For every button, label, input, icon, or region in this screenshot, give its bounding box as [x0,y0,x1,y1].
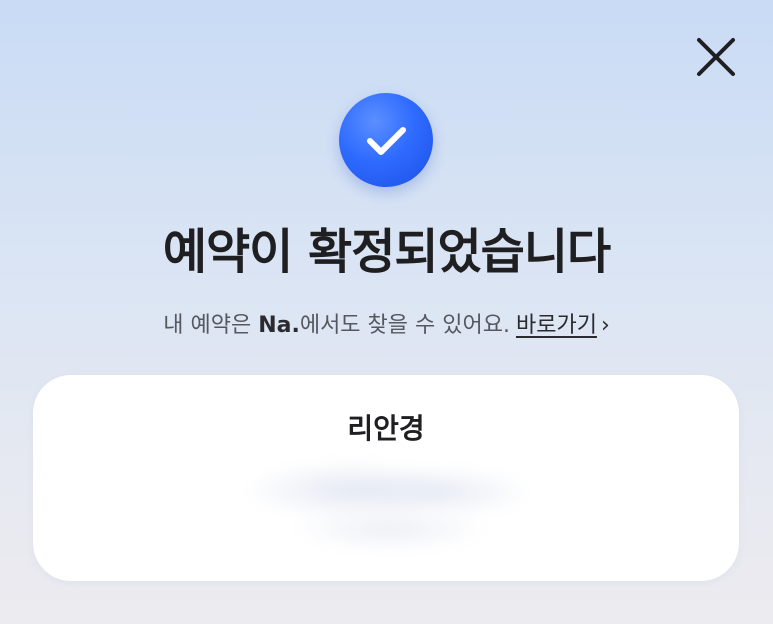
go-to-shortcut-link[interactable]: 바로가기 [516,313,597,338]
subtitle-prefix: 내 예약은 [163,313,259,338]
close-button[interactable] [693,34,739,80]
reservation-name: 리안경 [347,412,425,445]
subtitle-suffix: 에서도 찾을 수 있어요. [299,313,510,338]
chevron-right-icon[interactable]: › [601,310,610,342]
check-icon [367,127,406,155]
subtitle-line: 내 예약은 Na.에서도 찾을 수 있어요. 바로가기 › [0,310,773,342]
brand-name: Na. [258,313,300,338]
blurred-details [233,453,583,551]
reservation-card: 리안경 [33,375,739,581]
confirmation-title: 예약이 확정되었습니다 [162,224,611,280]
success-badge [339,93,433,187]
close-icon [697,38,735,76]
